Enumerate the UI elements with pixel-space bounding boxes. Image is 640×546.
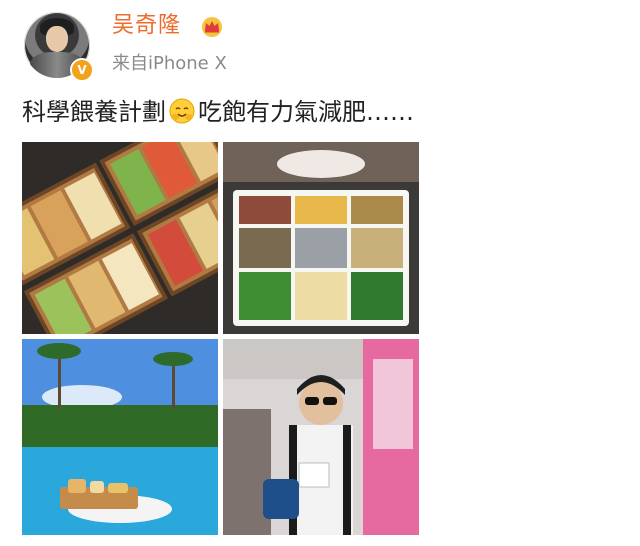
man-with-sunglasses-photo[interactable] (223, 339, 419, 535)
avatar-face (46, 26, 68, 52)
bento-trays-photo[interactable] (22, 142, 218, 334)
pool-breakfast-illustration (22, 339, 218, 535)
post-text: 科學餵養計劃 吃飽有力氣減肥…… (22, 96, 414, 128)
hug-face-emoji-icon (169, 98, 195, 124)
post-text-part1: 科學餵養計劃 (22, 98, 166, 126)
meal-box-photo[interactable] (223, 142, 419, 334)
post-source: 来自iPhone X (112, 53, 227, 74)
man-with-sunglasses-illustration (223, 339, 419, 535)
crown-icon[interactable] (200, 15, 224, 37)
pool-breakfast-photo[interactable] (22, 339, 218, 535)
meal-box-illustration (223, 142, 419, 334)
bento-trays-illustration (22, 142, 218, 334)
username[interactable]: 吴奇隆 (112, 12, 181, 40)
weibo-post: V 吴奇隆 来自iPhone X 科學餵養計劃 吃飽有力氣減肥…… (0, 0, 640, 546)
post-text-part2: 吃飽有力氣減肥…… (198, 98, 414, 126)
verified-badge: V (70, 58, 94, 82)
